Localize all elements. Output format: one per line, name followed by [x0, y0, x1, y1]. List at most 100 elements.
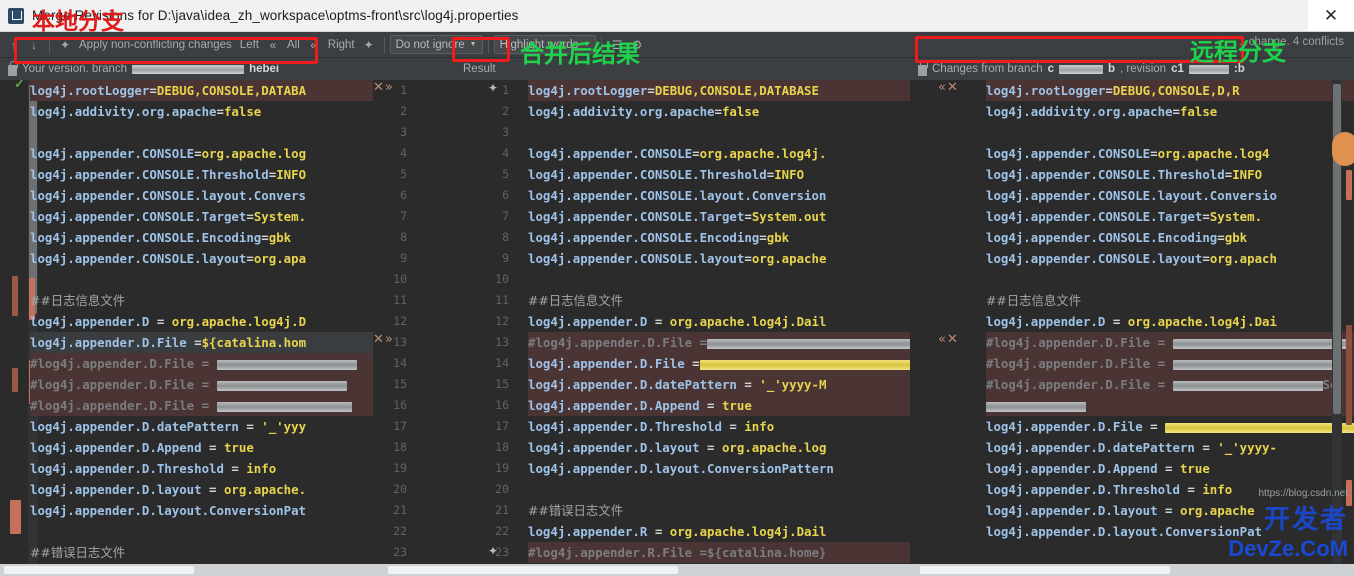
code-line[interactable]: log4j.appender.D = org.apache.log4j.Dail [528, 311, 910, 332]
code-line[interactable]: log4j.appender.CONSOLE.layout.Conversion [528, 185, 910, 206]
code-line[interactable]: ##日志信息文件 [986, 290, 1354, 311]
double-chevron-left-icon-all[interactable]: « [263, 35, 283, 55]
code-line[interactable]: log4j.appender.CONSOLE.Threshold=INFO [30, 164, 373, 185]
code-line[interactable]: #log4j.appender.D.File = [986, 332, 1354, 353]
code-line[interactable]: log4j.appender.D.layout.ConversionPat [30, 500, 373, 521]
code-line[interactable]: log4j.appender.D.File = [986, 416, 1354, 437]
code-line[interactable] [30, 521, 373, 542]
code-line[interactable]: log4j.appender.CONSOLE=org.apache.log [30, 143, 373, 164]
code-line[interactable] [986, 395, 1354, 416]
code-line[interactable]: log4j.appender.CONSOLE.Encoding=gbk [528, 227, 910, 248]
code-line[interactable]: log4j.appender.D.Append = true [30, 437, 373, 458]
code-line[interactable]: log4j.appender.D.File =${catalina.hom [30, 332, 373, 353]
code-line[interactable]: log4j.appender.CONSOLE.layout=org.apach [986, 248, 1354, 269]
right-editor-pane[interactable]: log4j.rootLogger=DEBUG,CONSOLE,D,R log4j.… [910, 80, 1354, 574]
highlight-policy-select[interactable]: Highlight words ▼ [493, 35, 597, 54]
apply-left-button[interactable]: Left [236, 39, 263, 51]
gear-icon[interactable]: ⚙ [627, 35, 647, 55]
magic-wand-icon-2[interactable]: ✦ [359, 35, 379, 55]
left-code-content[interactable]: log4j.rootLogger=DEBUG,CONSOLE,DATABA log… [30, 80, 373, 574]
code-line[interactable]: log4j.appender.D.layout = org.apache. [30, 479, 373, 500]
code-line[interactable]: log4j.appender.D.File = [528, 353, 910, 374]
hscroll-thumb-right[interactable] [920, 566, 1170, 574]
code-line[interactable]: #log4j.appender.D.File = [30, 353, 373, 374]
code-line[interactable]: log4j.appender.D.datePattern = '_'yyyy- [986, 437, 1354, 458]
code-line[interactable]: log4j.appender.CONSOLE.Target=System.out [528, 206, 910, 227]
code-line[interactable] [528, 269, 910, 290]
code-line[interactable]: #log4j.appender.D.File = [986, 353, 1354, 374]
code-line[interactable]: log4j.rootLogger=DEBUG,CONSOLE,DATABA [30, 80, 373, 101]
code-line[interactable]: log4j.addivity.org.apache=false [30, 101, 373, 122]
code-line[interactable]: log4j.appender.D.layout.ConversionPat [986, 521, 1354, 542]
code-line[interactable]: ##日志信息文件 [30, 290, 373, 311]
result-code-content[interactable]: log4j.rootLogger=DEBUG,CONSOLE,DATABASE l… [528, 80, 910, 574]
horizontal-scrollbar[interactable] [0, 564, 1354, 576]
hscroll-thumb-mid[interactable] [388, 566, 678, 574]
left-editor-pane[interactable]: ✓ log4j.rootLogger=DEBUG,CONSOLE,DATABA l… [0, 80, 373, 574]
collapse-unchanged-icon[interactable]: ☰ [607, 35, 627, 55]
code-line[interactable]: log4j.appender.R = org.apache.log4j.Dail [528, 521, 910, 542]
code-line[interactable]: log4j.appender.CONSOLE.Encoding=gbk [986, 227, 1354, 248]
code-line[interactable]: ##日志信息文件 [528, 290, 910, 311]
code-line[interactable] [986, 122, 1354, 143]
code-line[interactable]: log4j.appender.CONSOLE.Encoding=gbk [30, 227, 373, 248]
code-line[interactable]: log4j.appender.CONSOLE.Threshold=INFO [528, 164, 910, 185]
code-line[interactable]: log4j.appender.CONSOLE.layout.Convers [30, 185, 373, 206]
code-line[interactable]: #log4j.appender.D.File = [528, 332, 910, 353]
result-conflict-action-mid[interactable]: ✕» [373, 332, 394, 347]
code-line[interactable] [528, 479, 910, 500]
magic-wand-icon-row23[interactable]: ✦ [488, 544, 498, 558]
right-conflict-action-mid[interactable]: «✕ [938, 332, 959, 347]
code-line[interactable]: log4j.appender.D.datePattern = '_'yyy [30, 416, 373, 437]
code-line[interactable]: log4j.appender.D.layout = org.apache [986, 500, 1354, 521]
apply-right-button[interactable]: Right [324, 39, 359, 51]
code-line[interactable]: log4j.appender.D.datePattern = '_'yyyy-M [528, 374, 910, 395]
code-line[interactable]: log4j.rootLogger=DEBUG,CONSOLE,D,R [986, 80, 1354, 101]
code-line[interactable]: log4j.appender.D.Threshold = info [986, 479, 1354, 500]
right-code-content[interactable]: log4j.rootLogger=DEBUG,CONSOLE,D,R log4j.… [986, 80, 1354, 574]
code-line[interactable]: log4j.appender.D = org.apache.log4j.Dai [986, 311, 1354, 332]
code-line[interactable]: log4j.appender.D.Append = true [986, 458, 1354, 479]
code-line[interactable]: ##错误日志文件 [528, 500, 910, 521]
code-line[interactable]: log4j.appender.D = org.apache.log4j.D [30, 311, 373, 332]
code-line[interactable]: log4j.appender.D.layout.ConversionPatter… [528, 458, 910, 479]
close-icon[interactable]: ✕ [1308, 0, 1354, 31]
hscroll-thumb-left[interactable] [4, 566, 194, 574]
code-line[interactable] [986, 542, 1354, 563]
left-accept-check-icon[interactable]: ✓ [14, 80, 25, 92]
code-line[interactable]: log4j.appender.CONSOLE=org.apache.log4 [986, 143, 1354, 164]
code-line[interactable]: log4j.appender.D.Threshold = info [30, 458, 373, 479]
code-line[interactable]: #log4j.appender.D.File = So [986, 374, 1354, 395]
code-line[interactable]: #log4j.appender.R.File =${catalina.home} [528, 542, 910, 563]
code-line[interactable]: log4j.rootLogger=DEBUG,CONSOLE,DATABASE [528, 80, 910, 101]
result-editor-pane[interactable]: 1 2 3 4 5 6 7 8 9 10 11 12 13 14 15 16 17 18 19 20 21 22 23 12… [373, 80, 910, 574]
code-line[interactable] [986, 269, 1354, 290]
code-line[interactable]: log4j.appender.CONSOLE=org.apache.log4j. [528, 143, 910, 164]
code-line[interactable]: log4j.appender.D.Append = true [528, 395, 910, 416]
double-chevron-left-icon-right[interactable]: « [304, 35, 324, 55]
code-line[interactable]: log4j.addivity.org.apache=false [986, 101, 1354, 122]
code-line[interactable]: ##错误日志文件 [30, 542, 373, 563]
code-line[interactable]: #log4j.appender.D.File = [30, 395, 373, 416]
apply-non-conflicting-button[interactable]: Apply non-conflicting changes [75, 39, 236, 51]
arrow-down-icon[interactable]: ↓ [24, 35, 44, 55]
magic-wand-icon[interactable]: ✦ [55, 35, 75, 55]
result-conflict-action-top[interactable]: ✕» [373, 80, 394, 95]
code-line[interactable] [528, 122, 910, 143]
apply-all-button[interactable]: All [283, 39, 304, 51]
code-line[interactable]: log4j.appender.CONSOLE.Threshold=INFO [986, 164, 1354, 185]
code-line[interactable] [30, 122, 373, 143]
code-line[interactable]: log4j.appender.CONSOLE.layout=org.apa [30, 248, 373, 269]
ignore-policy-select[interactable]: Do not ignore ▼ [389, 35, 483, 54]
magic-wand-icon-row1[interactable]: ✦ [488, 81, 498, 95]
right-conflict-action-top[interactable]: «✕ [938, 80, 959, 95]
code-line[interactable] [30, 269, 373, 290]
code-line[interactable]: log4j.appender.D.layout = org.apache.log [528, 437, 910, 458]
code-line[interactable]: log4j.appender.CONSOLE.layout=org.apache [528, 248, 910, 269]
arrow-up-icon[interactable]: ↑ [4, 35, 24, 55]
code-line[interactable]: log4j.appender.CONSOLE.Target=System. [986, 206, 1354, 227]
code-line[interactable]: log4j.appender.CONSOLE.Target=System. [30, 206, 373, 227]
code-line[interactable]: log4j.appender.CONSOLE.layout.Conversio [986, 185, 1354, 206]
code-line[interactable]: log4j.appender.D.Threshold = info [528, 416, 910, 437]
code-line[interactable]: log4j.addivity.org.apache=false [528, 101, 910, 122]
